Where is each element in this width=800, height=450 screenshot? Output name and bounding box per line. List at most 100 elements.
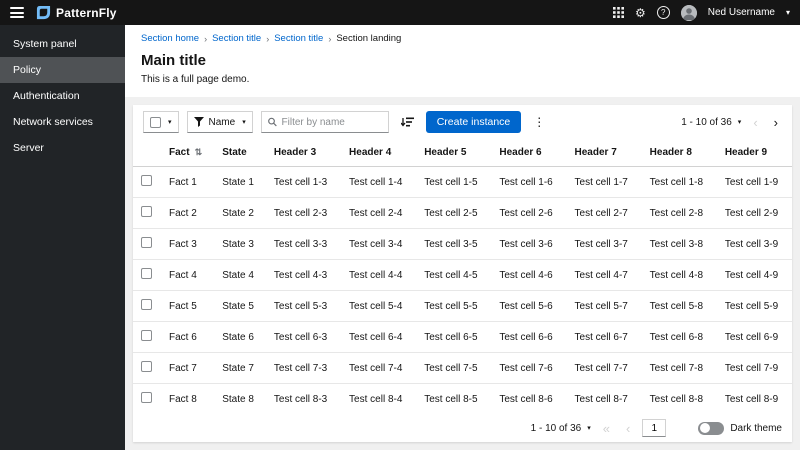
dark-theme-toggle[interactable]	[698, 421, 725, 435]
breadcrumb-item: Section landing	[336, 33, 402, 44]
help-icon[interactable]: ?	[656, 6, 670, 19]
sidebar-item-server[interactable]: Server	[0, 135, 125, 161]
table-cell: Test cell 5-6	[491, 290, 567, 322]
table-cell: Test cell 4-6	[491, 259, 567, 291]
breadcrumb-separator-icon: ›	[204, 33, 208, 44]
footer-pagination-summary-toggle[interactable]: 1 - 10 of 36 ▾	[531, 423, 591, 434]
table-row: Fact 7 State 7 Test cell 7-3 Test cell 7-4 T…	[133, 352, 792, 384]
sidebar-nav: System panel Policy Authentication Network …	[0, 25, 125, 450]
footer-pagination-caret-icon: ▾	[587, 425, 591, 432]
apps-grid-icon[interactable]	[612, 7, 624, 18]
table-cell: State 7	[214, 352, 266, 384]
table-cell: Test cell 8-5	[416, 383, 492, 414]
sidebar-item-system-panel[interactable]: System panel	[0, 31, 125, 57]
row-checkbox[interactable]	[141, 299, 152, 310]
user-caret-icon[interactable]: ▾	[786, 8, 790, 17]
table-body: Fact 1 State 1 Test cell 1-3 Test cell 1-4 T…	[133, 166, 792, 414]
avatar	[680, 4, 697, 21]
breadcrumb-item[interactable]: Section title	[212, 33, 261, 44]
breadcrumb-item[interactable]: Section home	[141, 33, 199, 44]
pagination-summary-toggle[interactable]: 1 - 10 of 36 ▾	[681, 117, 741, 128]
table-card: ▾ Name ▾ Filter by name Create instance …	[133, 105, 792, 442]
filter-icon	[193, 117, 204, 127]
search-input[interactable]	[281, 116, 382, 128]
create-instance-button[interactable]: Create instance	[425, 111, 522, 133]
bulk-select-toggle[interactable]: ▾	[143, 111, 179, 133]
footer-pagination: 1 - 10 of 36 ▾ « ‹ Dark theme	[133, 414, 792, 442]
sort-button[interactable]	[397, 115, 418, 130]
row-checkbox[interactable]	[141, 206, 152, 217]
settings-gear-icon[interactable]: ⚙	[635, 7, 646, 19]
table-cell: Test cell 6-5	[416, 321, 492, 353]
table-cell: Test cell 4-7	[566, 259, 642, 291]
column-header: State	[214, 139, 266, 167]
table-cell: Fact 6	[161, 321, 215, 353]
column-header: Header 9	[716, 139, 792, 167]
table-cell: Test cell 8-6	[491, 383, 567, 414]
table-cell: Test cell 1-6	[491, 166, 567, 198]
table-cell: Test cell 1-9	[716, 166, 792, 198]
table-cell: Test cell 2-7	[566, 197, 642, 229]
user-menu[interactable]: Ned Username	[708, 7, 775, 18]
patternfly-logo	[36, 5, 51, 20]
footer-prev-page-button[interactable]: ‹	[622, 422, 634, 435]
table-row: Fact 1 State 1 Test cell 1-3 Test cell 1-4 T…	[133, 166, 792, 198]
table-cell: Fact 3	[161, 228, 215, 260]
sidebar-item-network-services[interactable]: Network services	[0, 109, 125, 135]
search-field[interactable]	[260, 111, 389, 133]
row-checkbox[interactable]	[141, 175, 152, 186]
bulk-select-checkbox[interactable]	[150, 116, 161, 128]
table-cell: Test cell 4-4	[341, 259, 417, 291]
table-cell: Test cell 2-8	[641, 197, 717, 229]
breadcrumb-item[interactable]: Section title	[274, 33, 323, 44]
row-checkbox[interactable]	[141, 330, 152, 341]
table-header-row: Fact ⇅ State Header 3 Header 4 Header 5 Header…	[133, 139, 792, 167]
table-cell: State 3	[214, 228, 266, 260]
sidebar-item-policy[interactable]: Policy	[0, 57, 125, 83]
column-sort-icon[interactable]: ⇅	[195, 147, 203, 157]
table-cell: Test cell 7-9	[716, 352, 792, 384]
table-cell: State 6	[214, 321, 266, 353]
current-page-input[interactable]	[642, 419, 667, 437]
table-cell: Test cell 4-3	[265, 259, 342, 291]
table-cell: Test cell 1-8	[641, 166, 717, 198]
row-checkbox[interactable]	[141, 237, 152, 248]
row-checkbox[interactable]	[141, 392, 152, 403]
table-cell: Test cell 5-3	[265, 290, 342, 322]
table-cell: Test cell 4-9	[716, 259, 792, 291]
column-header[interactable]: Fact ⇅	[161, 139, 215, 167]
row-checkbox[interactable]	[141, 268, 152, 279]
data-table: Fact ⇅ State Header 3 Header 4 Header 5 Header…	[133, 139, 792, 414]
table-cell: Test cell 2-6	[491, 197, 567, 229]
table-cell: State 4	[214, 259, 266, 291]
filter-attribute-label: Name	[208, 116, 236, 128]
prev-page-button[interactable]: ‹	[749, 116, 761, 129]
table-cell: Test cell 7-6	[491, 352, 567, 384]
table-row: Fact 3 State 3 Test cell 3-3 Test cell 3-4 T…	[133, 228, 792, 260]
table-cell: Fact 4	[161, 259, 215, 291]
kebab-menu-icon[interactable]: ⋮	[529, 113, 549, 131]
table-cell: Test cell 7-4	[341, 352, 417, 384]
masthead: PatternFly ⚙ ? Ned Username ▾	[0, 0, 800, 25]
filter-attribute-toggle[interactable]: Name ▾	[186, 111, 253, 133]
footer-pagination-summary: 1 - 10 of 36	[530, 422, 582, 434]
brand-name: PatternFly	[56, 5, 117, 20]
table-cell: Test cell 3-6	[491, 228, 567, 260]
sidebar-item-authentication[interactable]: Authentication	[0, 83, 125, 109]
next-page-button[interactable]: ›	[770, 116, 782, 129]
table-row: Fact 8 State 8 Test cell 8-3 Test cell 8-4 T…	[133, 383, 792, 414]
table-cell: Test cell 8-8	[641, 383, 717, 414]
first-page-button[interactable]: «	[599, 422, 614, 435]
table-cell: Fact 5	[161, 290, 215, 322]
table-cell: Test cell 3-3	[265, 228, 342, 260]
table-cell: State 5	[214, 290, 266, 322]
table-container: Fact ⇅ State Header 3 Header 4 Header 5 Header…	[133, 139, 792, 414]
breadcrumb-separator-icon: ›	[266, 33, 270, 44]
row-checkbox[interactable]	[141, 361, 152, 372]
table-cell: Test cell 8-7	[566, 383, 642, 414]
select-column-header	[133, 139, 161, 167]
table-cell: Test cell 7-5	[416, 352, 492, 384]
table-cell: State 1	[214, 166, 266, 198]
nav-toggle-icon[interactable]	[10, 7, 24, 18]
page-header: Section home › Section title › Section title…	[125, 25, 800, 97]
